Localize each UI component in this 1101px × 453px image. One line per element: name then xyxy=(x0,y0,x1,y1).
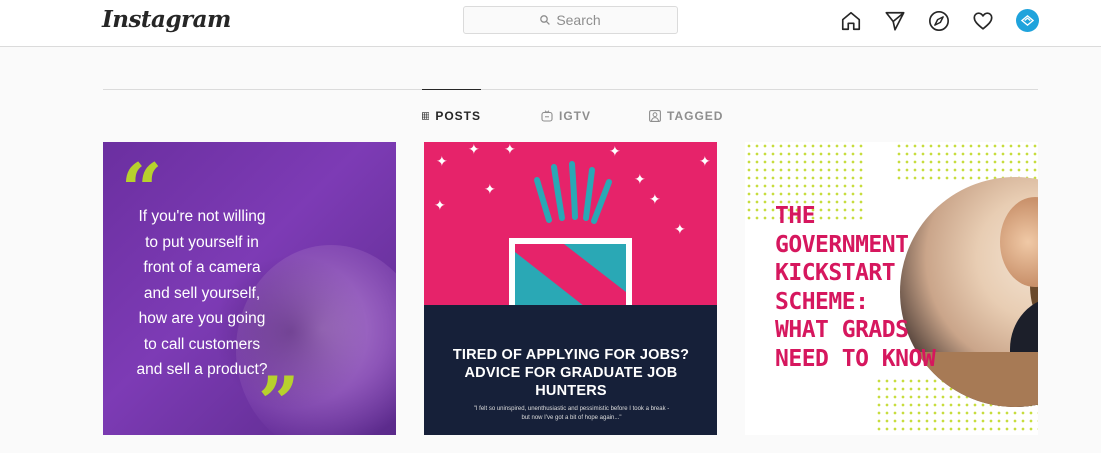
title-line: TIRED OF APPLYING FOR JOBS? xyxy=(452,347,690,363)
direct-icon[interactable] xyxy=(883,9,907,33)
search-placeholder: Search xyxy=(556,12,601,28)
post-quote-text: If you're not willing to put yourself in… xyxy=(117,204,287,383)
quote-line: If you're not willing xyxy=(138,208,266,225)
tab-label: IGTV xyxy=(559,108,592,123)
tab-label: POSTS xyxy=(435,109,481,123)
post-caption-quote: "I felt so uninspired, unenthusiastic an… xyxy=(454,405,689,423)
explore-icon[interactable] xyxy=(927,9,951,33)
caption-line: but now I've got a bit of hope again..." xyxy=(521,415,622,421)
profile-avatar[interactable] xyxy=(1016,9,1039,32)
quote-line: how are you going xyxy=(138,310,266,327)
quote-line: and sell yourself, xyxy=(143,284,261,302)
igtv-icon xyxy=(541,109,553,122)
tab-label: TAGGED xyxy=(667,108,724,123)
quote-line: front of a camera xyxy=(143,259,261,276)
title-line: KICKSTART xyxy=(775,260,896,286)
post-title: THE GOVERNMENT KICKSTART SCHEME: WHAT GR… xyxy=(775,202,936,373)
title-line: WHAT GRADS xyxy=(775,317,909,343)
title-line: THE xyxy=(775,203,816,229)
tab-tagged[interactable]: TAGGED xyxy=(649,89,723,142)
title-line: HUNTERS xyxy=(535,383,607,399)
dot-pattern xyxy=(895,142,1038,182)
tab-igtv[interactable]: IGTV xyxy=(541,89,591,142)
grid-icon xyxy=(422,112,430,120)
title-line: NEED TO KNOW xyxy=(775,345,936,372)
quote-line: to call customers xyxy=(143,335,261,353)
post-thumbnail-kickstart[interactable]: THE GOVERNMENT KICKSTART SCHEME: WHAT GR… xyxy=(745,142,1038,435)
post-title: TIRED OF APPLYING FOR JOBS? ADVICE FOR G… xyxy=(436,346,706,400)
title-line: ADVICE FOR GRADUATE JOB xyxy=(464,365,678,381)
title-line: GOVERNMENT xyxy=(775,231,909,258)
tagged-icon xyxy=(649,109,661,122)
instagram-logo[interactable]: Instagram xyxy=(102,6,231,33)
activity-icon[interactable] xyxy=(971,9,995,33)
search-input[interactable]: Search xyxy=(463,6,678,34)
post-thumbnail-job-advice[interactable]: ✦ ✦ ✦ ✦ ✦ ✦ ✦ ✦ ✦ ✦ TIRED OF APPLYING FO… xyxy=(424,142,717,435)
post-thumbnail-quote[interactable]: “ If you're not willing to put yourself … xyxy=(103,142,396,435)
title-line: SCHEME: xyxy=(775,288,869,315)
search-icon xyxy=(540,15,551,25)
tab-posts[interactable]: POSTS xyxy=(422,89,481,142)
top-navigation-bar: Instagram Search xyxy=(0,0,1101,47)
close-quote-mark: ” xyxy=(258,360,300,436)
home-icon[interactable] xyxy=(839,9,863,33)
quote-line: to put yourself in xyxy=(145,233,259,251)
caption-line: "I felt so uninspired, unenthusiastic an… xyxy=(473,406,670,412)
